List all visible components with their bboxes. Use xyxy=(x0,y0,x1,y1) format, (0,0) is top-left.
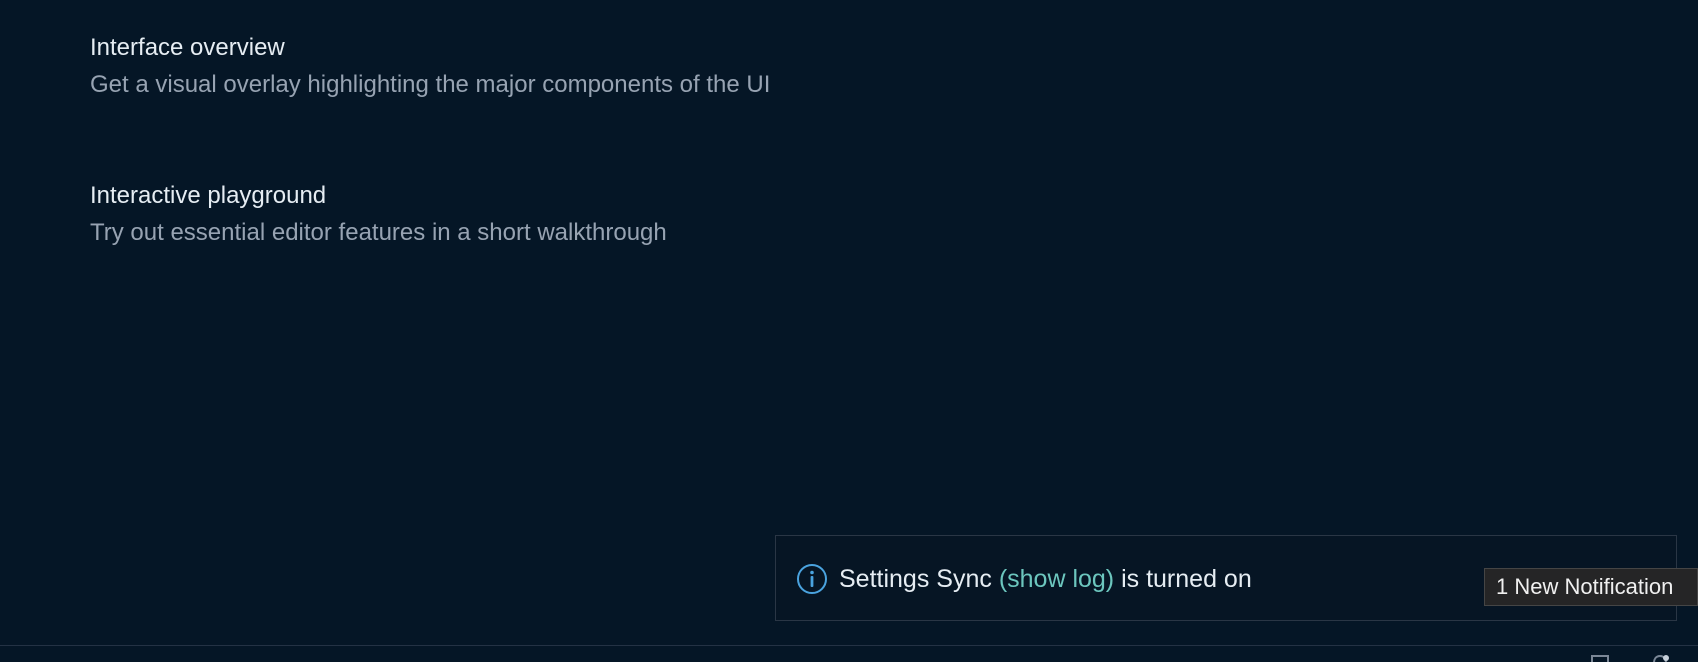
walkthrough-description: Get a visual overlay highlighting the ma… xyxy=(90,71,771,98)
welcome-page: Interface overview Get a visual overlay … xyxy=(0,0,1698,662)
walkthrough-interface-overview[interactable]: Interface overview Get a visual overlay … xyxy=(90,33,770,100)
info-icon xyxy=(797,564,827,594)
new-notification-tooltip: 1 New Notification xyxy=(1484,568,1698,606)
walkthrough-title: Interactive playground xyxy=(90,182,327,209)
notification-text-end: is turned on xyxy=(1114,565,1252,593)
notification-message: Settings Sync (show log) is turned on xyxy=(839,564,1252,594)
show-log-link[interactable]: (show log) xyxy=(999,565,1114,593)
notification-text-start: Settings Sync xyxy=(839,565,999,593)
status-bar xyxy=(0,645,1698,662)
notification-bell-icon[interactable] xyxy=(1648,653,1672,662)
walkthrough-description: Try out essential editor features in a s… xyxy=(90,219,667,246)
walkthrough-title: Interface overview xyxy=(90,34,285,61)
layout-icon[interactable] xyxy=(1591,655,1609,662)
walkthrough-interactive-playground[interactable]: Interactive playground Try out essential… xyxy=(90,181,667,248)
